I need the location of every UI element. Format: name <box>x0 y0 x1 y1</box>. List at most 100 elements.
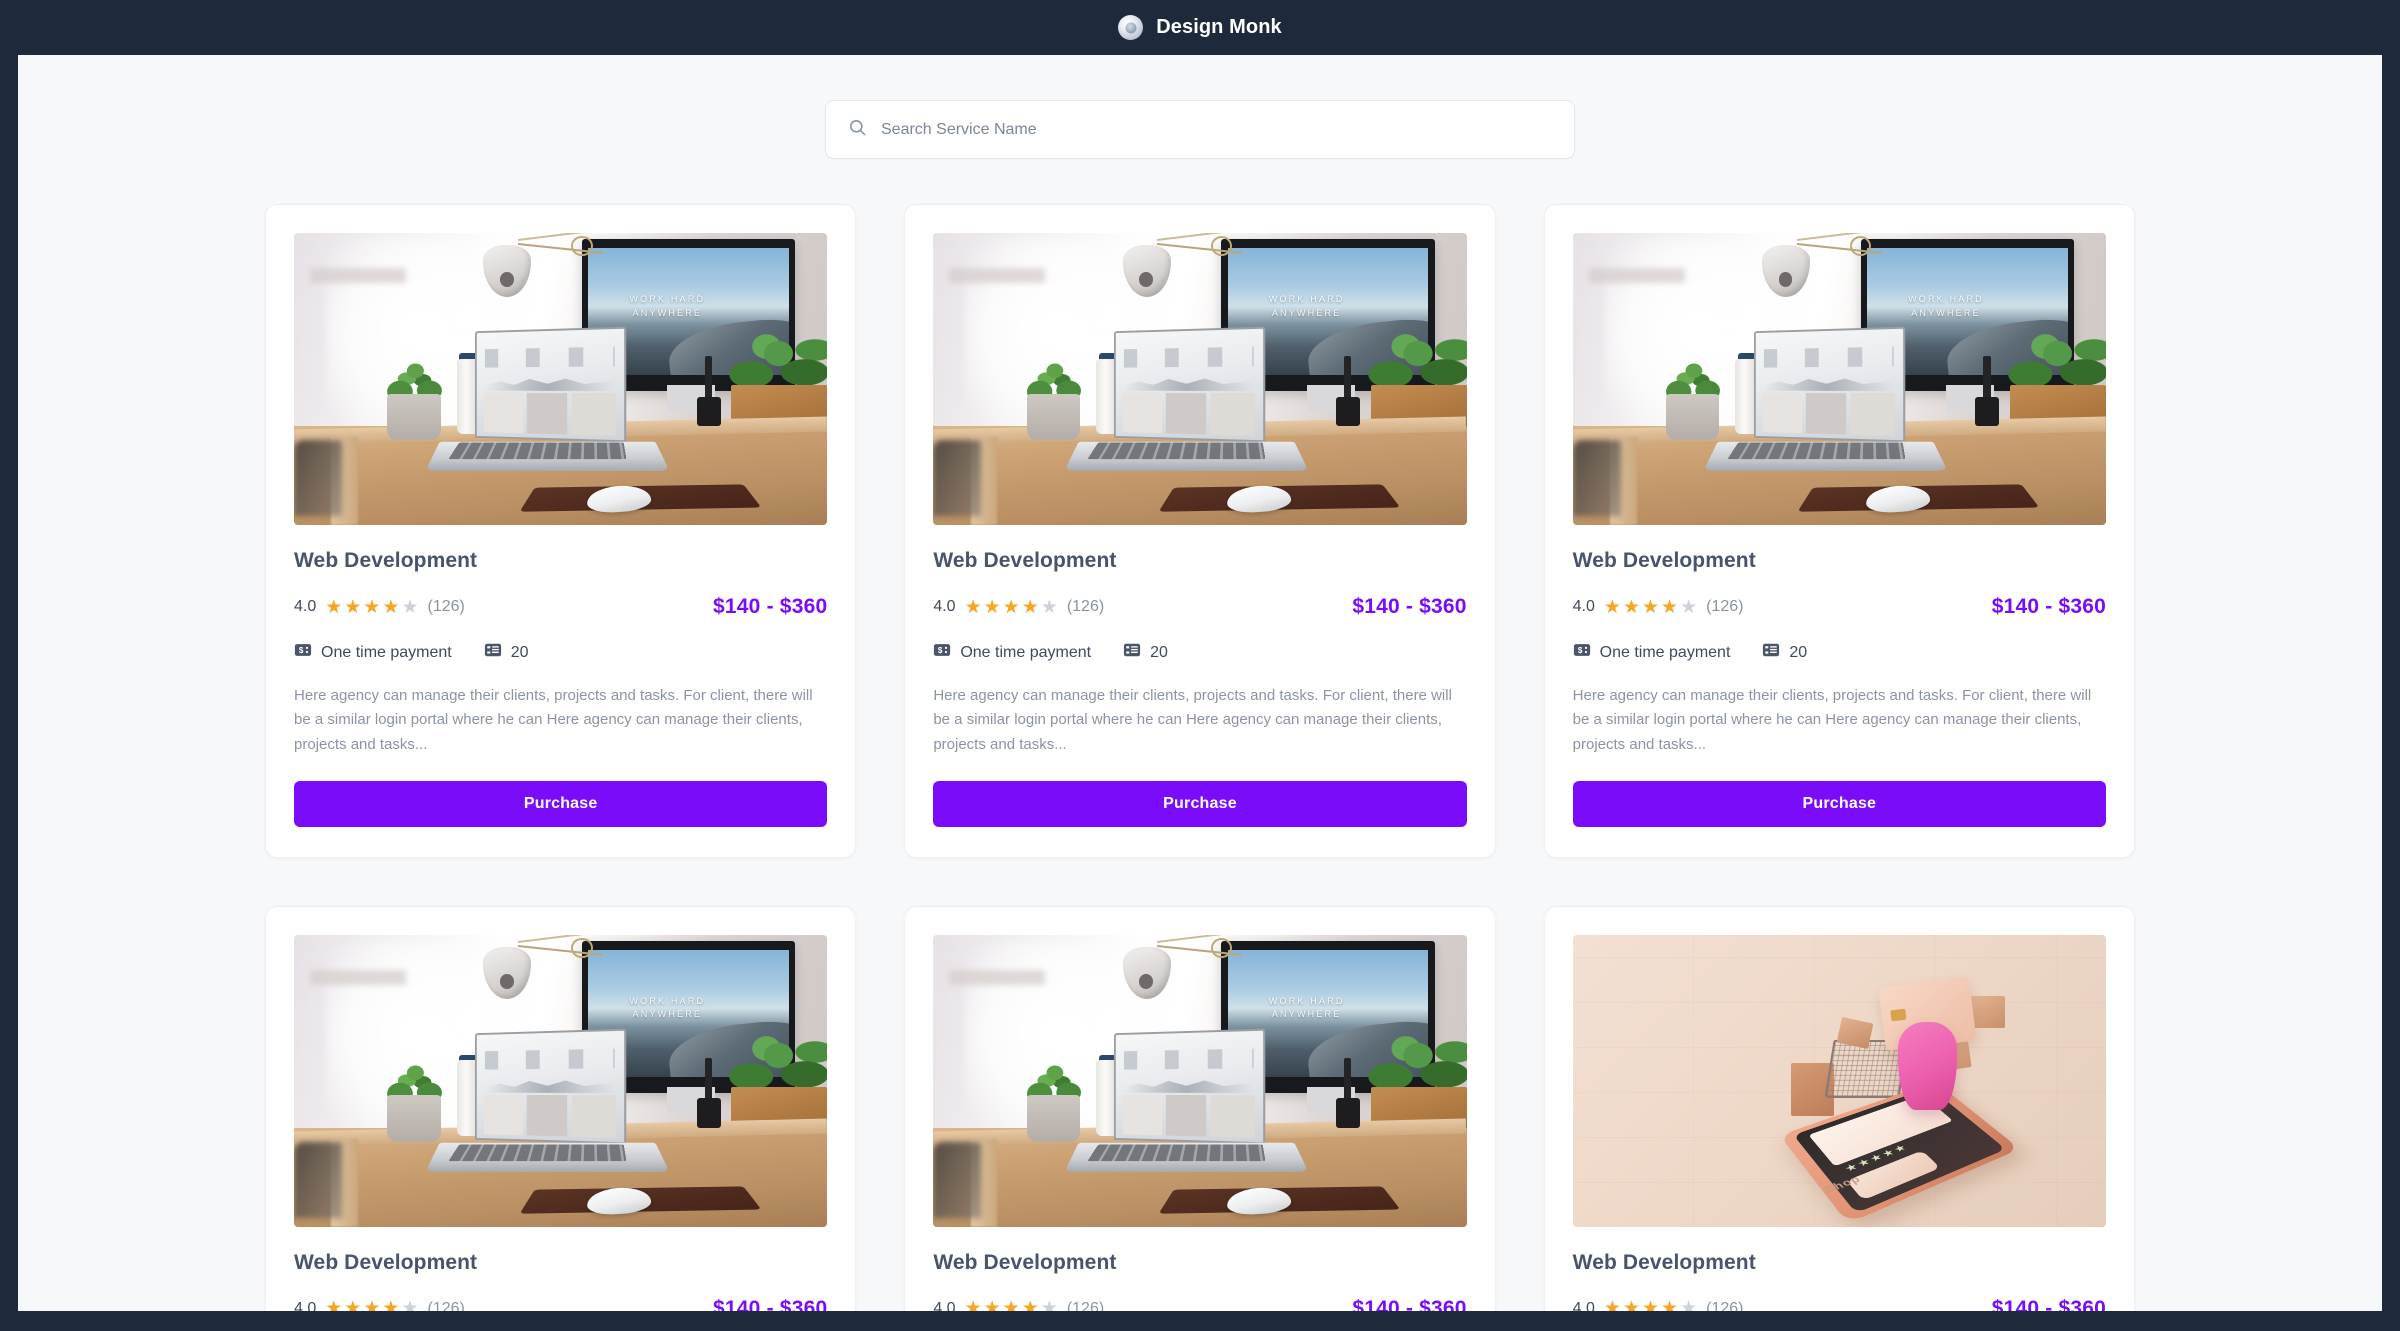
service-card[interactable]: WORK HARD ANYWHERE Web Development 4.0 ★ ★… <box>1543 204 2135 858</box>
service-thumbnail[interactable]: WORK HARD ANYWHERE <box>933 934 1467 1227</box>
price-range: $140 - $360 <box>1352 1296 1467 1311</box>
star-filled-icon: ★ <box>1021 1298 1039 1311</box>
service-thumbnail[interactable]: WORK HARD ANYWHERE <box>1572 233 2106 525</box>
rating-group: 4.0 ★ ★ ★ ★ ★ (126) <box>1573 598 1744 617</box>
service-thumbnail[interactable]: WORK HARD ANYWHERE <box>933 233 1467 525</box>
rating-price-row: 4.0 ★ ★ ★ ★ ★ (126) $140 - $360 <box>1573 1297 2106 1311</box>
search-icon <box>848 118 867 142</box>
rating-value: 4.0 <box>933 1299 956 1311</box>
list-items-icon <box>484 641 502 664</box>
star-filled-icon: ★ <box>344 1298 362 1311</box>
star-filled-icon: ★ <box>1642 1298 1660 1311</box>
service-meta-row: $ One time payment 20 <box>933 641 1466 664</box>
app-title: Design Monk <box>1156 16 1282 38</box>
list-items-icon <box>1123 641 1141 664</box>
service-card[interactable]: ★★★★★ Shop Web Development 4.0 ★ ★ ★ ★ ★ (12… <box>1543 905 2135 1311</box>
star-rating: ★ ★ ★ ★ ★ <box>325 1299 418 1311</box>
scroll-area[interactable]: WORK HARDANYWHERE Web Development 4.0 ★★… <box>18 55 2382 1311</box>
star-rating: ★ ★ ★ ★ ★ <box>965 598 1058 617</box>
payment-label: One time payment <box>1599 643 1731 661</box>
star-rating: ★ ★ ★ ★ ★ <box>1604 1299 1697 1311</box>
rating-value: 4.0 <box>294 598 317 615</box>
rating-count: (126) <box>1706 1299 1744 1311</box>
star-filled-icon: ★ <box>382 1298 400 1311</box>
items-count-label: 20 <box>1150 643 1168 661</box>
star-rating: ★ ★ ★ ★ ★ <box>325 598 418 617</box>
star-filled-icon: ★ <box>1002 1298 1020 1311</box>
rating-group: 4.0 ★ ★ ★ ★ ★ (126) <box>1573 1299 1744 1311</box>
svg-text:$: $ <box>938 646 943 655</box>
payment-type: $ One time payment <box>294 641 452 664</box>
service-card[interactable]: WORK HARD ANYWHERE Web Development 4.0 ★ ★… <box>904 905 1496 1311</box>
service-card[interactable]: WORK HARD ANYWHERE Web Development 4.0 ★ ★… <box>265 905 857 1311</box>
desk-workspace-artwork: WORK HARD ANYWHERE <box>294 934 828 1227</box>
rating-group: 4.0 ★ ★ ★ ★ ★ (126) <box>294 1299 465 1311</box>
payment-card-icon: $ <box>933 641 951 664</box>
service-card[interactable]: WORK HARD ANYWHERE Web Development 4.0 ★ ★… <box>265 204 857 858</box>
items-count-label: 20 <box>510 643 529 661</box>
service-thumbnail[interactable]: WORK HARD ANYWHERE <box>294 233 828 525</box>
items-count: 20 <box>1123 641 1168 664</box>
payment-label: One time payment <box>960 643 1092 661</box>
service-title: Web Development <box>933 549 1117 572</box>
rating-value: 4.0 <box>1572 598 1595 615</box>
payment-type: $ One time payment <box>933 641 1091 664</box>
service-description: Here agency can manage their clients, pr… <box>294 687 813 753</box>
price-range: $140 - $360 <box>1352 595 1467 618</box>
payment-card-icon: $ <box>1573 641 1591 664</box>
items-count-label: 20 <box>1789 643 1808 661</box>
price-range: $140 - $360 <box>1991 595 2106 618</box>
rating-value: 4.0 <box>933 598 956 615</box>
star-empty-icon: ★ <box>1680 596 1698 618</box>
star-filled-icon: ★ <box>1661 1298 1679 1311</box>
list-items-icon <box>1762 641 1780 664</box>
desk-workspace-artwork: WORK HARD ANYWHERE <box>933 934 1467 1227</box>
service-card-grid: WORK HARD ANYWHERE Web Development 4.0 ★ ★… <box>265 204 2135 1311</box>
star-filled-icon: ★ <box>983 1298 1001 1311</box>
purchase-button[interactable]: Purchase <box>294 780 828 827</box>
star-rating: ★ ★ ★ ★ ★ <box>1604 598 1697 617</box>
app-header: Design Monk <box>0 0 2400 55</box>
star-filled-icon: ★ <box>983 596 1001 618</box>
star-filled-icon: ★ <box>1603 596 1621 618</box>
ecommerce-3d-artwork: ★★★★★ Shop <box>1572 934 2106 1227</box>
rating-count: (126) <box>1066 1299 1105 1311</box>
star-filled-icon: ★ <box>1021 596 1039 618</box>
price-range: $140 - $360 <box>713 1296 828 1311</box>
star-empty-icon: ★ <box>1040 596 1058 618</box>
service-thumbnail[interactable]: WORK HARD ANYWHERE <box>294 934 828 1227</box>
search-input[interactable] <box>881 120 1552 139</box>
service-thumbnail[interactable]: ★★★★★ Shop <box>1572 934 2106 1227</box>
desk-workspace-artwork: WORK HARD ANYWHERE <box>294 233 828 525</box>
service-meta-row: $ One time payment 20 <box>294 641 827 664</box>
star-filled-icon: ★ <box>1002 596 1020 618</box>
star-filled-icon: ★ <box>363 1298 381 1311</box>
star-filled-icon: ★ <box>964 596 982 618</box>
search-box[interactable] <box>825 100 1575 159</box>
purchase-button[interactable]: Purchase <box>1572 780 2106 827</box>
star-filled-icon: ★ <box>1603 1298 1621 1311</box>
service-title: Web Development <box>294 1250 478 1274</box>
rating-group: 4.0 ★ ★ ★ ★ ★ (126) <box>294 598 465 617</box>
service-meta-row: $ One time payment 20 <box>1573 641 2106 664</box>
rating-group: 4.0 ★ ★ ★ ★ ★ (126) <box>933 598 1104 617</box>
purchase-button[interactable]: Purchase <box>933 780 1467 827</box>
star-filled-icon: ★ <box>344 596 362 618</box>
svg-text:$: $ <box>299 646 304 655</box>
items-count: 20 <box>484 641 529 664</box>
service-description: Here agency can manage their clients, pr… <box>1572 687 2092 753</box>
search-row <box>18 55 2382 159</box>
desk-workspace-artwork: WORK HARD ANYWHERE <box>1572 233 2106 525</box>
rating-price-row: 4.0 ★ ★ ★ ★ ★ (126) $140 - $360 <box>933 1297 1466 1311</box>
service-card[interactable]: WORK HARD ANYWHERE Web Development 4.0 ★ ★… <box>904 204 1496 858</box>
svg-text:$: $ <box>1578 646 1583 655</box>
rating-price-row: 4.0 ★ ★ ★ ★ ★ (126) $140 - $360 <box>1573 595 2106 619</box>
star-filled-icon: ★ <box>1661 596 1679 618</box>
app-frame: Design Monk Search Service Name WORK HAR… <box>0 0 2400 1331</box>
star-filled-icon: ★ <box>382 596 400 618</box>
star-filled-icon: ★ <box>325 1298 343 1311</box>
service-title: Web Development <box>1572 549 1756 572</box>
rating-price-row: 4.0 ★ ★ ★ ★ ★ (126) $140 - $360 <box>933 595 1466 619</box>
items-count: 20 <box>1762 641 1807 664</box>
rating-count: (126) <box>1066 598 1105 615</box>
